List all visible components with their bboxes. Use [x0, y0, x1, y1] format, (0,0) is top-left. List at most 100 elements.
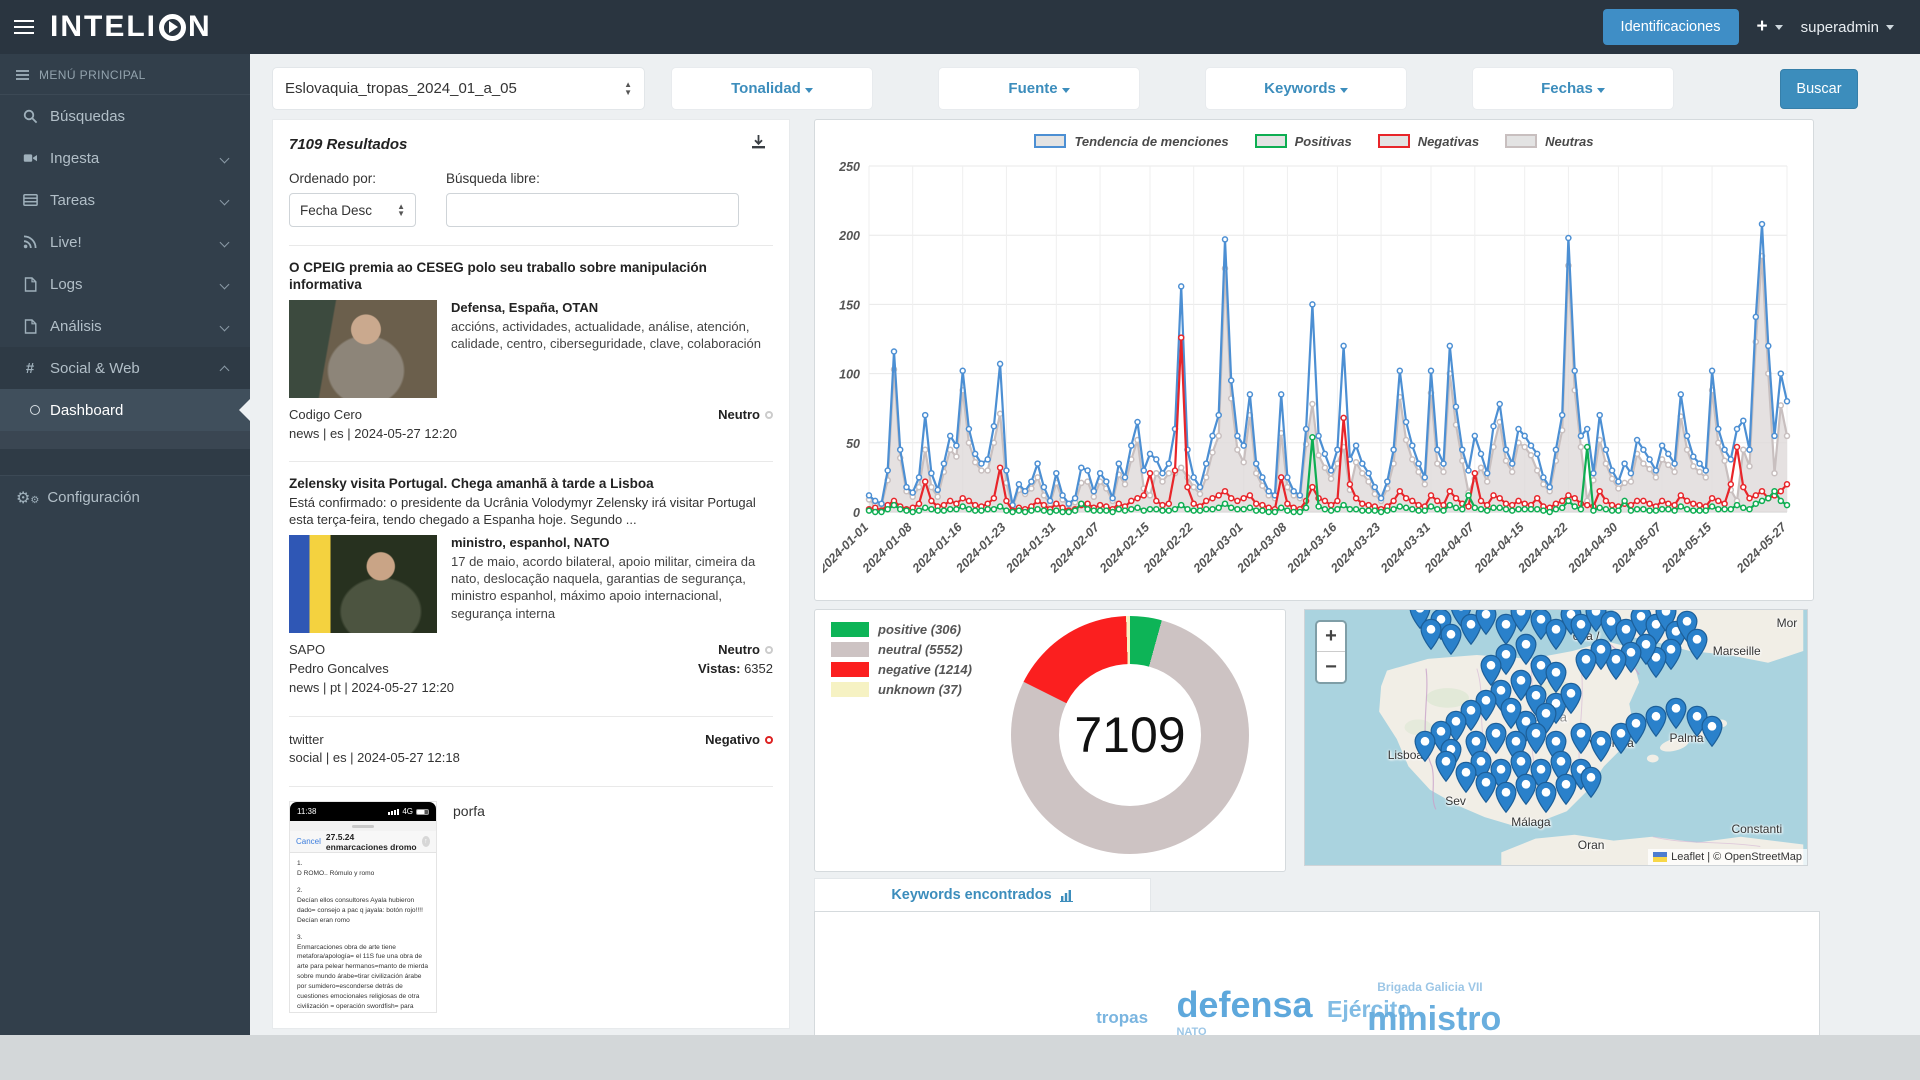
chevron-down-icon	[1886, 25, 1894, 30]
results-panel: 7109 Resultados Ordenado por: Fecha Desc…	[272, 119, 790, 1029]
chevron-down-icon	[1597, 88, 1605, 93]
legend-swatch-neutras	[1505, 134, 1537, 148]
rss-icon	[18, 235, 42, 249]
gears-icon: ⚙⚙	[16, 488, 39, 507]
article-source: SAPO	[289, 641, 325, 660]
zoom-in-button[interactable]: +	[1317, 622, 1345, 652]
network-label: 4G	[402, 807, 413, 816]
map-marker[interactable]	[1575, 649, 1598, 686]
article-source: Codigo Cero	[289, 406, 362, 425]
donut-legend: positive (306) neutral (5552) negative (…	[831, 622, 972, 697]
article-tags: Defensa, España, OTAN	[451, 300, 773, 315]
sort-select[interactable]: Fecha Desc ▲▼	[289, 193, 416, 227]
logo-text-right: N	[188, 10, 212, 44]
map-marker[interactable]	[1560, 682, 1583, 719]
video-camera-icon	[18, 151, 42, 165]
cloud-keyword[interactable]: Brigada Galicia VII	[1377, 980, 1482, 994]
sidebar-item-analisis[interactable]: Análisis	[0, 305, 250, 347]
mentions-map-panel: + − MorMarseilleitanieona /EspañaValenci…	[1304, 609, 1808, 866]
fechas-dropdown[interactable]: Fechas	[1472, 67, 1674, 110]
map-marker[interactable]	[1700, 715, 1723, 752]
identificaciones-button[interactable]: Identificaciones	[1603, 9, 1739, 45]
username: superadmin	[1801, 19, 1879, 36]
svg-text:50: 50	[846, 437, 860, 451]
svg-text:0: 0	[853, 506, 860, 520]
sentiment-donut-chart[interactable]: 7109	[1011, 616, 1249, 854]
map-place-label: Marseille	[1713, 644, 1761, 658]
map-attribution[interactable]: Leaflet | © OpenStreetMap	[1648, 849, 1807, 865]
note-title: 27.5.24 enmarcaciones dromo	[326, 832, 417, 852]
cancel-link: Cancel	[296, 837, 321, 846]
sidebar-item-live[interactable]: Live!	[0, 221, 250, 263]
cloud-keyword[interactable]: defensa	[1176, 984, 1312, 1026]
chevron-down-icon	[220, 237, 230, 247]
map-marker[interactable]	[1685, 628, 1708, 665]
app-logo: INTELI N	[50, 10, 212, 44]
add-menu[interactable]: +	[1757, 16, 1783, 38]
sidebar-item-logs[interactable]: Logs	[0, 263, 250, 305]
views-value: 6352	[744, 661, 773, 676]
article-meta: news | pt | 2024-05-27 12:20	[289, 679, 454, 698]
sidebar-item-tareas[interactable]: Tareas	[0, 179, 250, 221]
cloud-keyword[interactable]: tropas	[1096, 1008, 1148, 1028]
total-mentions: 7109	[1074, 706, 1185, 764]
fuente-dropdown[interactable]: Fuente	[938, 67, 1140, 110]
mentions-trend-panel: Tendencia de menciones Positivas Negativ…	[814, 119, 1814, 601]
main-content: Eslovaquia_tropas_2024_01_a_05 ▲▼ Tonali…	[250, 54, 1920, 1035]
map-marker[interactable]	[1434, 751, 1457, 788]
cloud-keyword[interactable]: NATO	[1176, 1026, 1206, 1035]
map-marker[interactable]	[1474, 771, 1497, 808]
tonalidad-dropdown[interactable]: Tonalidad	[671, 67, 873, 110]
sidebar: MENÚ PRINCIPAL Búsquedas Ingesta Tareas …	[0, 54, 250, 1035]
hamburger-icon[interactable]	[14, 20, 34, 22]
result-item: twitter Negativo social | es | 2024-05-2…	[289, 731, 773, 769]
sidebar-header: MENÚ PRINCIPAL	[0, 54, 250, 95]
select-arrows-icon: ▲▼	[397, 203, 405, 217]
article-keywords: accións, actividades, actualidade, análi…	[451, 318, 773, 352]
zoom-out-button[interactable]: −	[1317, 652, 1345, 682]
sidebar-item-ingesta[interactable]: Ingesta	[0, 137, 250, 179]
hashtag-icon: #	[18, 360, 42, 377]
result-item: Zelensky visita Portugal. Chega amanhã à…	[289, 476, 773, 697]
article-title[interactable]: O CPEIG premia ao CESEG polo seu traball…	[289, 260, 773, 294]
phone-time: 11:38	[297, 807, 316, 816]
legend-swatch-positive	[831, 622, 869, 637]
sidebar-item-busquedas[interactable]: Búsquedas	[0, 95, 250, 137]
user-menu[interactable]: superadmin	[1801, 19, 1894, 36]
cloud-keyword[interactable]: ministro	[1367, 1000, 1501, 1035]
article-tags: ministro, espanhol, NATO	[451, 535, 773, 550]
tab-keywords-encontrados[interactable]: Keywords encontrados	[814, 878, 1151, 911]
top-navbar: INTELI N Identificaciones + superadmin	[0, 0, 1920, 54]
circle-icon	[30, 405, 40, 415]
sentiment-label: Negativo	[705, 732, 760, 747]
download-icon[interactable]	[750, 134, 767, 155]
svg-text:100: 100	[839, 368, 860, 382]
legend-swatch-positivas	[1255, 134, 1287, 148]
keywords-cloud-panel: tropasdefensaNATOEjércitoBrigada Galicia…	[814, 911, 1820, 1035]
map-marker[interactable]	[1494, 781, 1517, 818]
saved-search-select[interactable]: Eslovaquia_tropas_2024_01_a_05 ▲▼	[272, 67, 645, 110]
buscar-button[interactable]: Buscar	[1780, 69, 1858, 109]
article-title[interactable]: Zelensky visita Portugal. Chega amanhã à…	[289, 476, 773, 493]
logo-text-left: INTELI	[50, 10, 157, 44]
svg-text:250: 250	[838, 160, 860, 174]
sidebar-item-dashboard[interactable]: Dashboard	[0, 389, 250, 431]
free-search-input[interactable]	[446, 193, 739, 227]
sentiment-label: Neutro	[718, 407, 760, 422]
sidebar-item-social-web[interactable]: # Social & Web	[0, 347, 250, 389]
social-web-submenu: Dashboard	[0, 389, 250, 431]
file-icon	[18, 319, 42, 334]
map-marker[interactable]	[1454, 761, 1477, 798]
map-place-label: Oran	[1578, 838, 1605, 852]
keywords-dropdown[interactable]: Keywords	[1205, 67, 1407, 110]
ukraine-flag-icon	[1653, 852, 1667, 862]
map-place-label: Constanti	[1731, 822, 1782, 836]
sidebar-item-configuracion[interactable]: ⚙⚙ Configuración	[0, 475, 250, 519]
mentions-trend-chart: 0501001502002502024-01-012024-01-082024-…	[823, 154, 1803, 594]
sidebar-spacer	[0, 431, 250, 449]
map-marker[interactable]	[1555, 774, 1578, 811]
logo-play-icon	[159, 14, 186, 41]
select-arrows-icon: ▲▼	[624, 81, 632, 95]
donut-center: 7109	[1059, 664, 1201, 806]
map-marker[interactable]	[1580, 766, 1603, 803]
